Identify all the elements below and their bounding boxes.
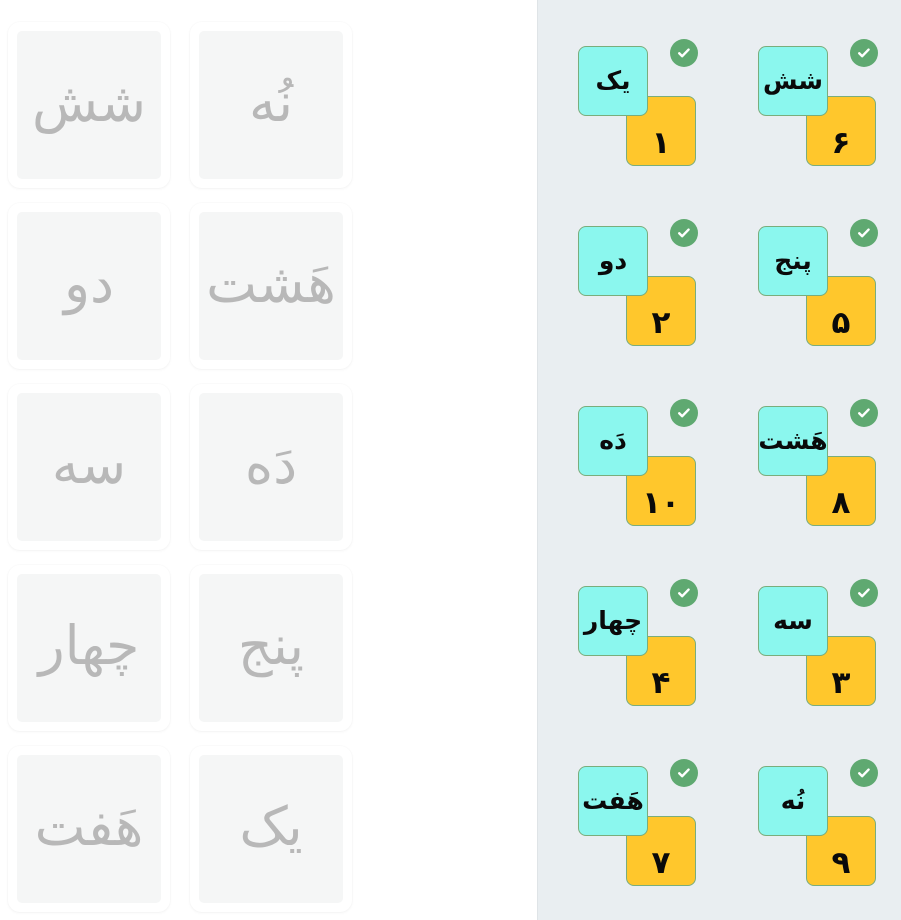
- matched-word-card[interactable]: شش: [758, 46, 828, 116]
- matched-word-card[interactable]: هَشت: [758, 406, 828, 476]
- pool-card-word: یک: [239, 794, 303, 858]
- pool-card[interactable]: چهار: [8, 565, 170, 731]
- pool-card[interactable]: نُه: [190, 22, 352, 188]
- pool-card-surface: دو: [17, 212, 161, 360]
- matched-word-card[interactable]: هَفت: [578, 766, 648, 836]
- pool-card[interactable]: پنج: [190, 565, 352, 731]
- pool-card[interactable]: هَفت: [8, 746, 170, 912]
- pool-card-word: پنج: [237, 613, 305, 677]
- matched-pairs-panel: یک ۱ شش ۶ دو ۲ پنج ۵ دَه ۱۰ هَشت ۸ چهار ۴ سه ۳ هَفت ۷ نُه ۹: [537, 0, 901, 920]
- matched-word-card[interactable]: پنج: [758, 226, 828, 296]
- matched-word-text: چهار: [583, 605, 643, 635]
- matched-word-card[interactable]: نُه: [758, 766, 828, 836]
- word-pool-grid: شش نُه دو هَشت سه دَه چهار پنج هَفت یک: [8, 22, 537, 912]
- pool-card-surface: شش: [17, 31, 161, 179]
- pool-card-word: دو: [63, 251, 115, 315]
- matched-word-text: دو: [598, 245, 628, 275]
- pool-card-surface: سه: [17, 393, 161, 541]
- check-circle-icon: [670, 39, 698, 67]
- check-circle-icon: [670, 579, 698, 607]
- pool-card-surface: چهار: [17, 574, 161, 722]
- matched-pair: شش ۶: [718, 36, 898, 216]
- matched-word-text: شش: [763, 65, 823, 95]
- matched-number-text: ۳: [831, 665, 851, 701]
- matched-word-card[interactable]: یک: [578, 46, 648, 116]
- pool-card[interactable]: دو: [8, 203, 170, 369]
- pool-card-surface: نُه: [199, 31, 343, 179]
- matched-number-text: ۲: [651, 305, 671, 341]
- check-circle-icon: [850, 399, 878, 427]
- pool-card-word: شش: [31, 70, 147, 134]
- matched-word-text: نُه: [780, 785, 806, 815]
- check-circle-icon: [670, 399, 698, 427]
- matched-number-text: ۷: [651, 845, 671, 881]
- pool-card-word: نُه: [249, 70, 293, 134]
- pool-card-surface: هَفت: [17, 755, 161, 903]
- matched-word-text: سه: [773, 605, 813, 635]
- matched-pair: پنج ۵: [718, 216, 898, 396]
- matched-pair: دَه ۱۰: [538, 396, 718, 576]
- matched-word-card[interactable]: دو: [578, 226, 648, 296]
- matched-word-text: پنج: [774, 245, 812, 275]
- matched-pair: هَشت ۸: [718, 396, 898, 576]
- check-circle-icon: [670, 219, 698, 247]
- matched-pair: یک ۱: [538, 36, 718, 216]
- matched-pair: دو ۲: [538, 216, 718, 396]
- pool-card[interactable]: یک: [190, 746, 352, 912]
- matched-number-text: ۶: [831, 125, 851, 161]
- matched-number-text: ۴: [651, 665, 671, 701]
- matched-pair: هَفت ۷: [538, 756, 718, 920]
- matched-word-text: هَشت: [758, 425, 828, 455]
- pool-card[interactable]: دَه: [190, 384, 352, 550]
- pool-card-word: هَشت: [206, 251, 336, 315]
- check-circle-icon: [850, 759, 878, 787]
- pool-card-surface: دَه: [199, 393, 343, 541]
- matched-number-text: ۹: [831, 845, 851, 881]
- matched-pair: چهار ۴: [538, 576, 718, 756]
- pool-card-surface: هَشت: [199, 212, 343, 360]
- pool-card-word: چهار: [38, 613, 140, 677]
- pool-card-word: سه: [51, 432, 127, 496]
- matched-pair: نُه ۹: [718, 756, 898, 920]
- check-circle-icon: [670, 759, 698, 787]
- pool-card[interactable]: شش: [8, 22, 170, 188]
- word-pool-panel: شش نُه دو هَشت سه دَه چهار پنج هَفت یک: [0, 0, 537, 920]
- check-circle-icon: [850, 579, 878, 607]
- pool-card-surface: یک: [199, 755, 343, 903]
- matched-word-card[interactable]: چهار: [578, 586, 648, 656]
- matched-number-text: ۵: [831, 305, 851, 341]
- pool-card[interactable]: هَشت: [190, 203, 352, 369]
- matched-word-text: یک: [595, 65, 631, 95]
- matched-word-text: هَفت: [582, 785, 644, 815]
- matched-number-text: ۱: [651, 125, 671, 161]
- matched-number-text: ۱۰: [642, 485, 680, 521]
- matched-word-text: دَه: [599, 425, 627, 455]
- matched-number-text: ۸: [831, 485, 851, 521]
- matched-pair: سه ۳: [718, 576, 898, 756]
- matched-word-card[interactable]: دَه: [578, 406, 648, 476]
- pool-card[interactable]: سه: [8, 384, 170, 550]
- matched-pairs-grid: یک ۱ شش ۶ دو ۲ پنج ۵ دَه ۱۰ هَشت ۸ چهار ۴ سه ۳ هَفت ۷ نُه ۹: [538, 36, 901, 920]
- matched-word-card[interactable]: سه: [758, 586, 828, 656]
- pool-card-word: هَفت: [34, 794, 144, 858]
- pool-card-word: دَه: [244, 432, 298, 496]
- check-circle-icon: [850, 219, 878, 247]
- check-circle-icon: [850, 39, 878, 67]
- pool-card-surface: پنج: [199, 574, 343, 722]
- app-root: شش نُه دو هَشت سه دَه چهار پنج هَفت یک یک ۱ شش ۶ دو ۲ پ…: [0, 0, 901, 920]
